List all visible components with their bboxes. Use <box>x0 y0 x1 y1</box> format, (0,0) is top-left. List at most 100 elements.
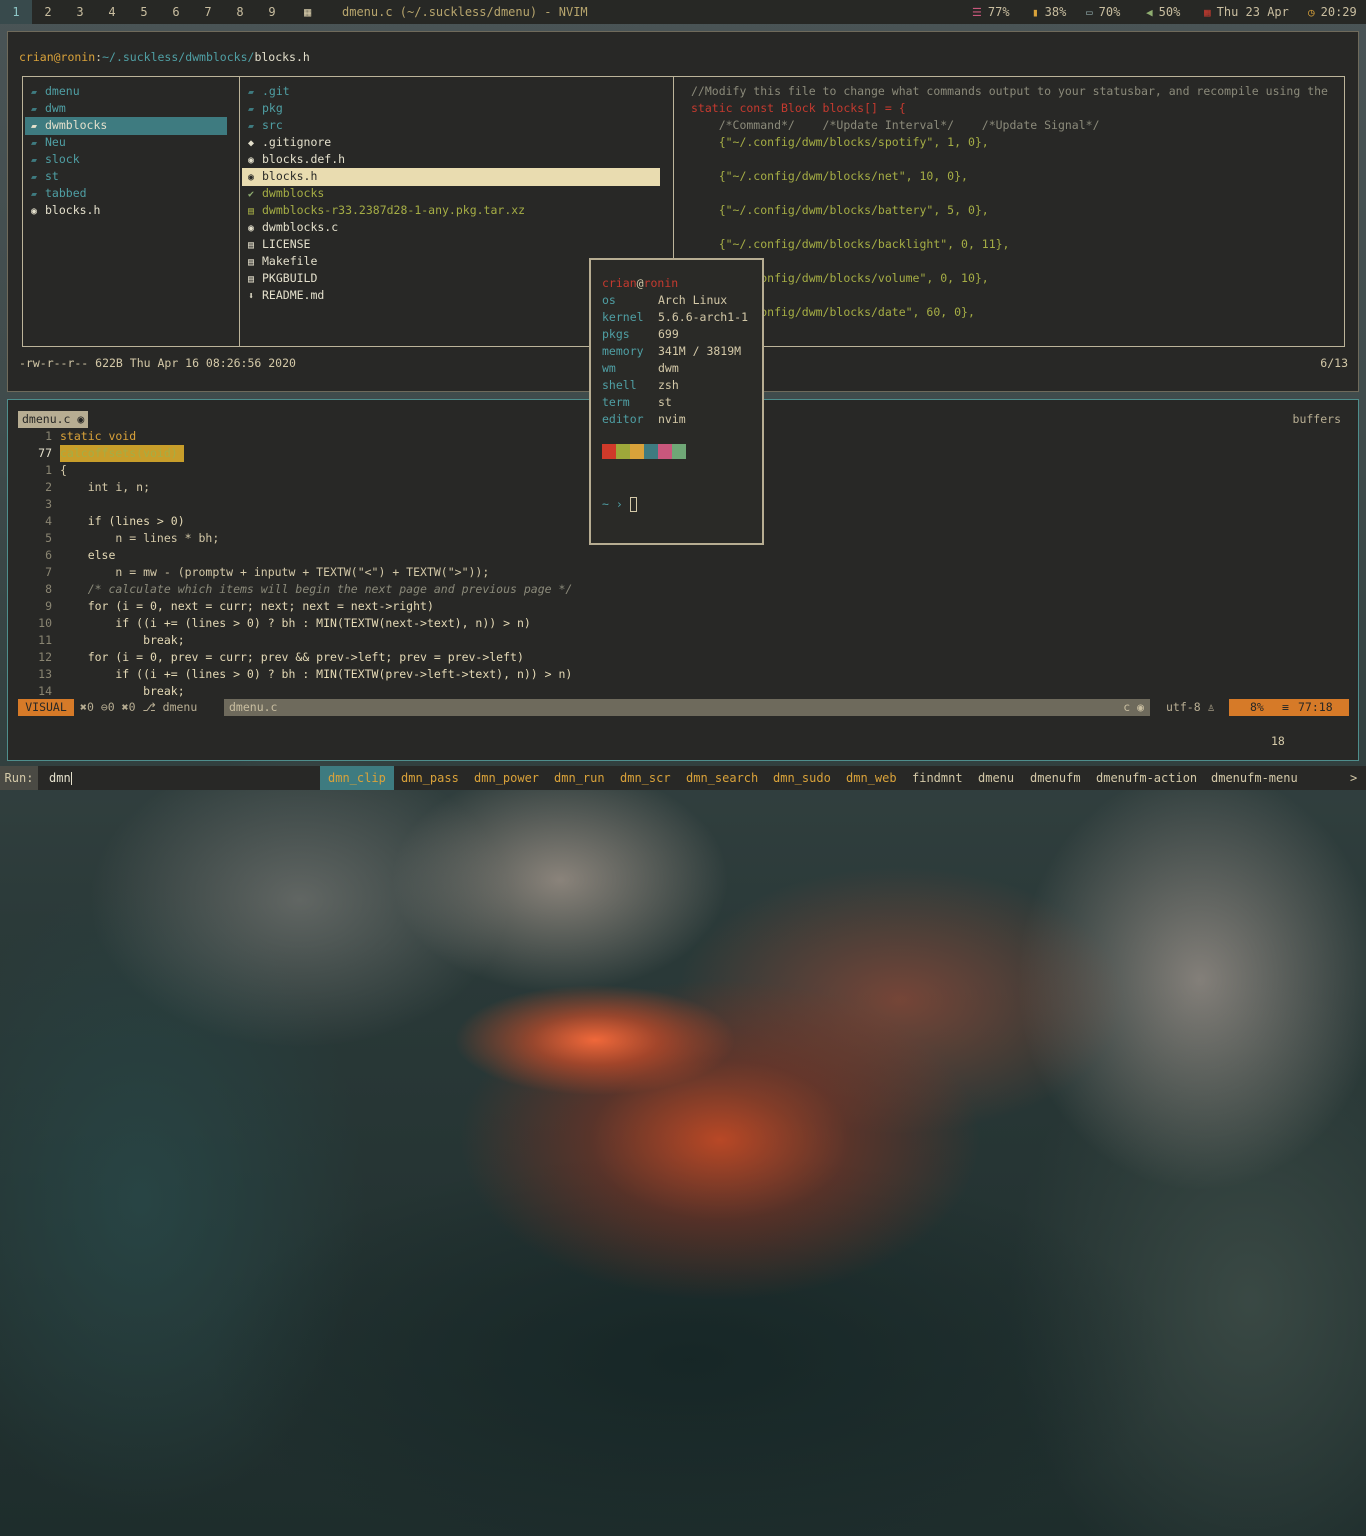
file-name: dwm <box>45 101 66 115</box>
color-palette <box>602 444 686 462</box>
file-row[interactable]: ◉ blocks.h <box>242 168 660 186</box>
file-row[interactable]: ◉ blocks.def.h <box>242 151 660 169</box>
file-row[interactable]: ▤ dwmblocks-r33.2387d28-1-any.pkg.tar.xz <box>242 202 660 220</box>
window-title: dmenu.c (~/.suckless/dmenu) - NVIM <box>342 5 588 19</box>
file-name: LICENSE <box>262 237 311 251</box>
tile-layout-icon[interactable]: ▦ <box>304 0 311 24</box>
battery-icon: ▮ <box>1032 6 1039 19</box>
fm-parent-pane[interactable]: ▰ dmenu ▰ dwm ▰ dwmblocks ▰ Neu ▰ slock ▰ st ▰ tabbed… <box>22 76 240 347</box>
color-swatch <box>602 444 616 459</box>
fetch-key: editor <box>602 412 644 426</box>
run-item[interactable]: dmenufm <box>1030 766 1081 790</box>
file-name: dwmblocks <box>45 118 108 132</box>
file-name: dwmblocks-r33.2387d28-1-any.pkg.tar.xz <box>262 203 526 217</box>
fetch-value: st <box>658 395 672 409</box>
run-item[interactable]: dmn_clip <box>320 766 394 790</box>
file-row[interactable]: ✔ dwmblocks <box>242 185 660 203</box>
file-name: Neu <box>45 135 66 149</box>
line-number: 4 <box>45 514 52 528</box>
vim-statusline: VISUAL ✖0 ⊖0 ✖0 ⎇ dmenu dmenu.c c ◉ utf-8… <box>18 699 1349 716</box>
fm-preview-pane: //Modify this file to change what comman… <box>673 76 1345 347</box>
fetch-value: Arch Linux <box>658 293 728 307</box>
run-item[interactable]: dmenufm-menu <box>1211 766 1298 790</box>
fetch-key: term <box>602 395 630 409</box>
fetch-key: memory <box>602 344 644 358</box>
line-number: 13 <box>38 667 52 681</box>
code-line: break; <box>60 633 185 647</box>
tag-9[interactable]: 9 <box>256 0 288 24</box>
lines-icon: ≡ <box>1282 700 1289 714</box>
file-name: PKGBUILD <box>262 271 318 285</box>
code-line: break; <box>60 684 185 698</box>
preview-line: static const Block blocks[] = { <box>691 101 906 115</box>
color-swatch <box>672 444 686 459</box>
run-item[interactable]: dmn_run <box>554 766 605 790</box>
run-item[interactable]: dmn_pass <box>401 766 459 790</box>
folder-icon: ▰ <box>31 189 38 200</box>
tag-7[interactable]: 7 <box>192 0 224 24</box>
fetch-value: 341M / 3819M <box>658 344 742 358</box>
monitor-icon: ▭ <box>1086 6 1093 19</box>
tag-6[interactable]: 6 <box>160 0 192 24</box>
position-segment: 8% ≡ 77:18 <box>1229 699 1349 716</box>
shell-prompt[interactable]: ~ › <box>602 496 637 513</box>
file-row[interactable]: ▰ tabbed <box>25 185 227 203</box>
color-swatch <box>644 444 658 459</box>
file-row[interactable]: ▰ slock <box>25 151 227 169</box>
more-arrow[interactable]: > <box>1350 766 1357 790</box>
code-line: else <box>60 548 116 562</box>
file-row[interactable]: ▰ src <box>242 117 660 135</box>
tag-8[interactable]: 8 <box>224 0 256 24</box>
dmenu-bar[interactable]: Run: dmn dmn_clip dmn_pass dmn_power dmn_ru… <box>0 766 1366 790</box>
file-row[interactable]: ▰ Neu <box>25 134 227 152</box>
preview-line: {"~/.config/dwm/blocks/net", 10, 0}, <box>691 169 968 183</box>
file-row[interactable]: ▤ LICENSE <box>242 236 660 254</box>
calendar-icon: ▦ <box>1204 6 1211 19</box>
neofetch-terminal[interactable]: crian@ronin os Arch Linux kernel 5.6.6-arch… <box>589 258 764 545</box>
file-row[interactable]: ▰ dmenu <box>25 83 227 101</box>
run-item[interactable]: dmn_power <box>474 766 539 790</box>
file-row[interactable]: ◉ blocks.h <box>25 202 227 220</box>
file-row[interactable]: ▰ st <box>25 168 227 186</box>
tag-2[interactable]: 2 <box>32 0 64 24</box>
color-swatch <box>658 444 672 459</box>
file-segment: dmenu.c c ◉ <box>224 699 1150 716</box>
tag-3[interactable]: 3 <box>64 0 96 24</box>
tag-4[interactable]: 4 <box>96 0 128 24</box>
file-row[interactable]: ◉ dwmblocks.c <box>242 219 660 237</box>
fetch-title: crian@ronin <box>602 276 679 290</box>
line-number: 6 <box>45 548 52 562</box>
line-number: 14 <box>38 684 52 698</box>
file-row[interactable]: ▰ dwm <box>25 100 227 118</box>
preview-line: {"~/.config/dwm/blocks/backlight", 0, 11… <box>691 237 1010 251</box>
line-number: 5 <box>45 531 52 545</box>
file-row[interactable]: ▰ dwmblocks <box>25 117 227 135</box>
file-row[interactable]: ▰ pkg <box>242 100 660 118</box>
file-name: blocks.h <box>45 203 101 217</box>
tag-5[interactable]: 5 <box>128 0 160 24</box>
run-item[interactable]: dmn_sudo <box>773 766 831 790</box>
code-line: { <box>60 463 67 477</box>
run-item[interactable]: findmnt <box>912 766 963 790</box>
run-item[interactable]: dmenufm-action <box>1096 766 1197 790</box>
file-name: pkg <box>262 101 283 115</box>
cpu-icon: ☰ <box>972 6 982 19</box>
file-name: slock <box>45 152 80 166</box>
buffer-tab[interactable]: dmenu.c ◉ <box>18 411 89 428</box>
run-item[interactable]: dmn_scr <box>620 766 671 790</box>
c-file-icon: ◉ <box>1137 700 1144 714</box>
tag-1[interactable]: 1 <box>0 0 32 24</box>
file-row[interactable]: ◆ .gitignore <box>242 134 660 152</box>
code-line: for (i = 0, prev = curr; prev && prev->l… <box>60 650 524 664</box>
fetch-key: pkgs <box>602 327 630 341</box>
run-item[interactable]: dmn_web <box>846 766 897 790</box>
file-name: blocks.h <box>262 169 318 183</box>
document-icon: ▤ <box>248 257 255 268</box>
run-input[interactable]: dmn <box>49 766 72 790</box>
run-item[interactable]: dmn_search <box>686 766 758 790</box>
run-item[interactable]: dmenu <box>978 766 1014 790</box>
file-row[interactable]: ▰ .git <box>242 83 660 101</box>
code-line: if ((i += (lines > 0) ? bh : MIN(TEXTW(p… <box>60 667 573 681</box>
info-icon: ✖ <box>121 700 129 714</box>
file-name: Makefile <box>262 254 318 268</box>
